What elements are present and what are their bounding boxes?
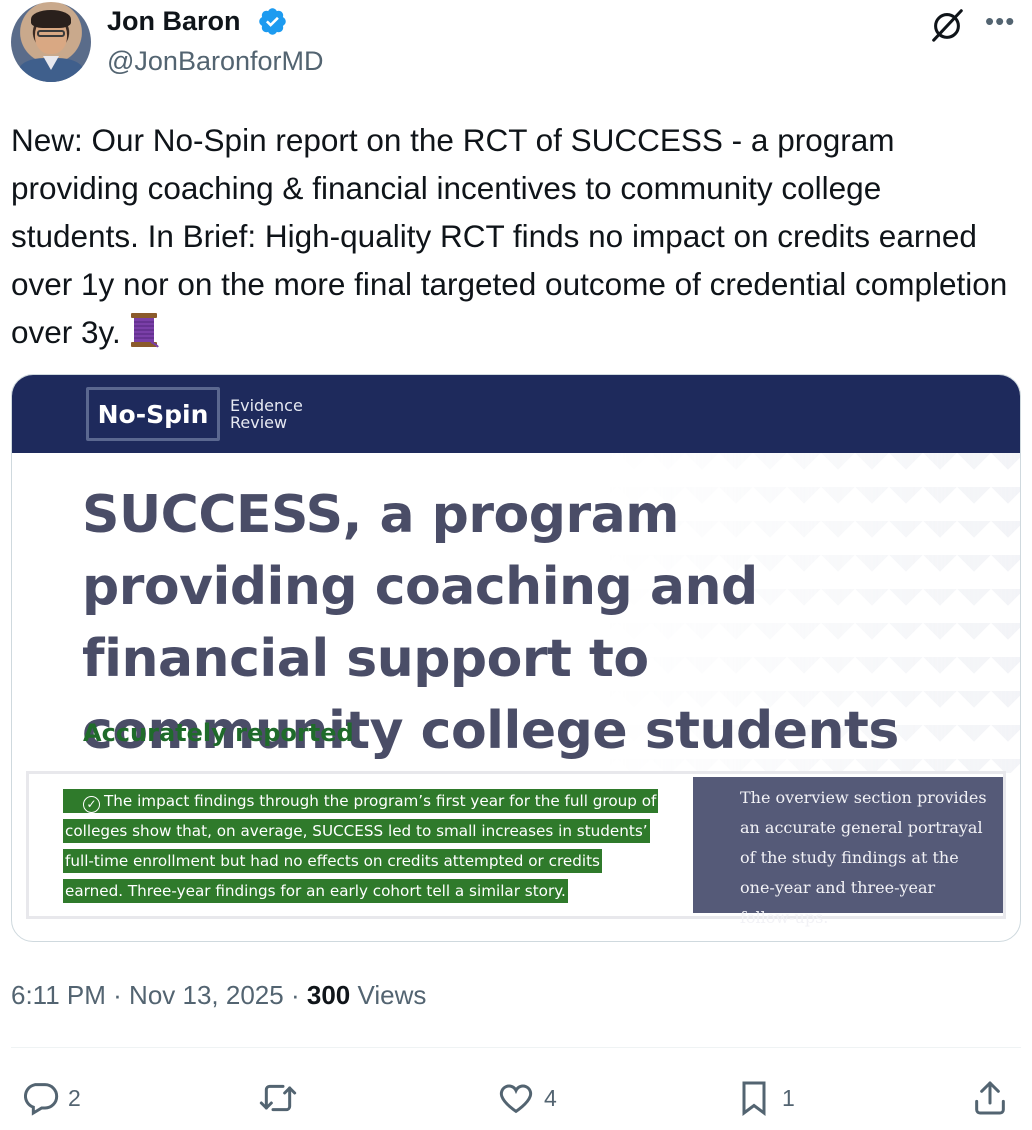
author-name[interactable]: Jon Baron xyxy=(107,6,241,37)
like-button[interactable]: 4 xyxy=(496,1076,557,1120)
more-icon[interactable]: ••• xyxy=(985,8,1019,38)
views-label: Views xyxy=(357,980,427,1010)
card-banner: No-Spin Evidence Review xyxy=(12,375,1020,453)
share-button[interactable] xyxy=(970,1076,1010,1120)
highlighted-quote: ✓ The impact findings through the program… xyxy=(63,786,703,906)
like-icon xyxy=(499,1084,533,1114)
tweet-meta: 6:11 PM · Nov 13, 2025 · 300 Views xyxy=(11,980,426,1011)
meta-separator: · xyxy=(113,980,122,1010)
share-icon xyxy=(975,1081,1005,1115)
summary-sidebar: The overview section provides an accurat… xyxy=(693,777,1003,927)
tweet-time[interactable]: 6:11 PM xyxy=(11,980,106,1010)
author-handle[interactable]: @JonBaronforMD xyxy=(107,46,324,77)
quote-line-1: ✓ The impact findings through the program… xyxy=(63,789,659,813)
bookmark-icon xyxy=(742,1081,766,1116)
divider xyxy=(11,1047,1021,1048)
reply-button[interactable]: 2 xyxy=(20,1076,81,1120)
tweet-text: New: Our No-Spin report on the RCT of SU… xyxy=(11,116,1011,356)
retweet-icon xyxy=(259,1084,297,1112)
logo-sub-1: Evidence xyxy=(230,396,303,415)
logo-subtitle: Evidence Review xyxy=(230,397,303,431)
views-count: 300 xyxy=(306,980,351,1010)
reply-icon xyxy=(23,1083,59,1116)
grok-icon[interactable] xyxy=(928,6,966,44)
no-spin-logo: No-Spin xyxy=(86,387,220,441)
spool-emoji-icon xyxy=(129,311,160,349)
avatar[interactable] xyxy=(11,2,91,82)
quote-line-2: colleges show that, on average, SUCCESS … xyxy=(63,819,650,843)
bookmark-count: 1 xyxy=(782,1084,795,1111)
verified-badge-icon xyxy=(259,8,286,35)
retweet-button[interactable] xyxy=(258,1076,306,1120)
tweet-body: New: Our No-Spin report on the RCT of SU… xyxy=(11,122,1017,350)
media-card[interactable]: No-Spin Evidence Review SUCCESS, a progr… xyxy=(11,374,1021,942)
bookmark-button[interactable]: 1 xyxy=(734,1076,795,1120)
quote-line-4: earned. Three-year findings for an early… xyxy=(63,879,568,903)
like-count: 4 xyxy=(544,1084,557,1111)
check-circle-icon: ✓ xyxy=(83,796,100,813)
quote-frame: ✓ The impact findings through the program… xyxy=(26,771,1006,927)
tweet-date[interactable]: Nov 13, 2025 xyxy=(129,980,284,1010)
logo-text: No-Spin xyxy=(97,399,209,429)
card-verdict: Accurately reported xyxy=(83,719,354,747)
reply-count: 2 xyxy=(68,1084,81,1111)
meta-separator-2: · xyxy=(290,980,300,1010)
logo-sub-2: Review xyxy=(230,413,288,432)
quote-line-3: full-time enrollment but had no effects … xyxy=(63,849,602,873)
